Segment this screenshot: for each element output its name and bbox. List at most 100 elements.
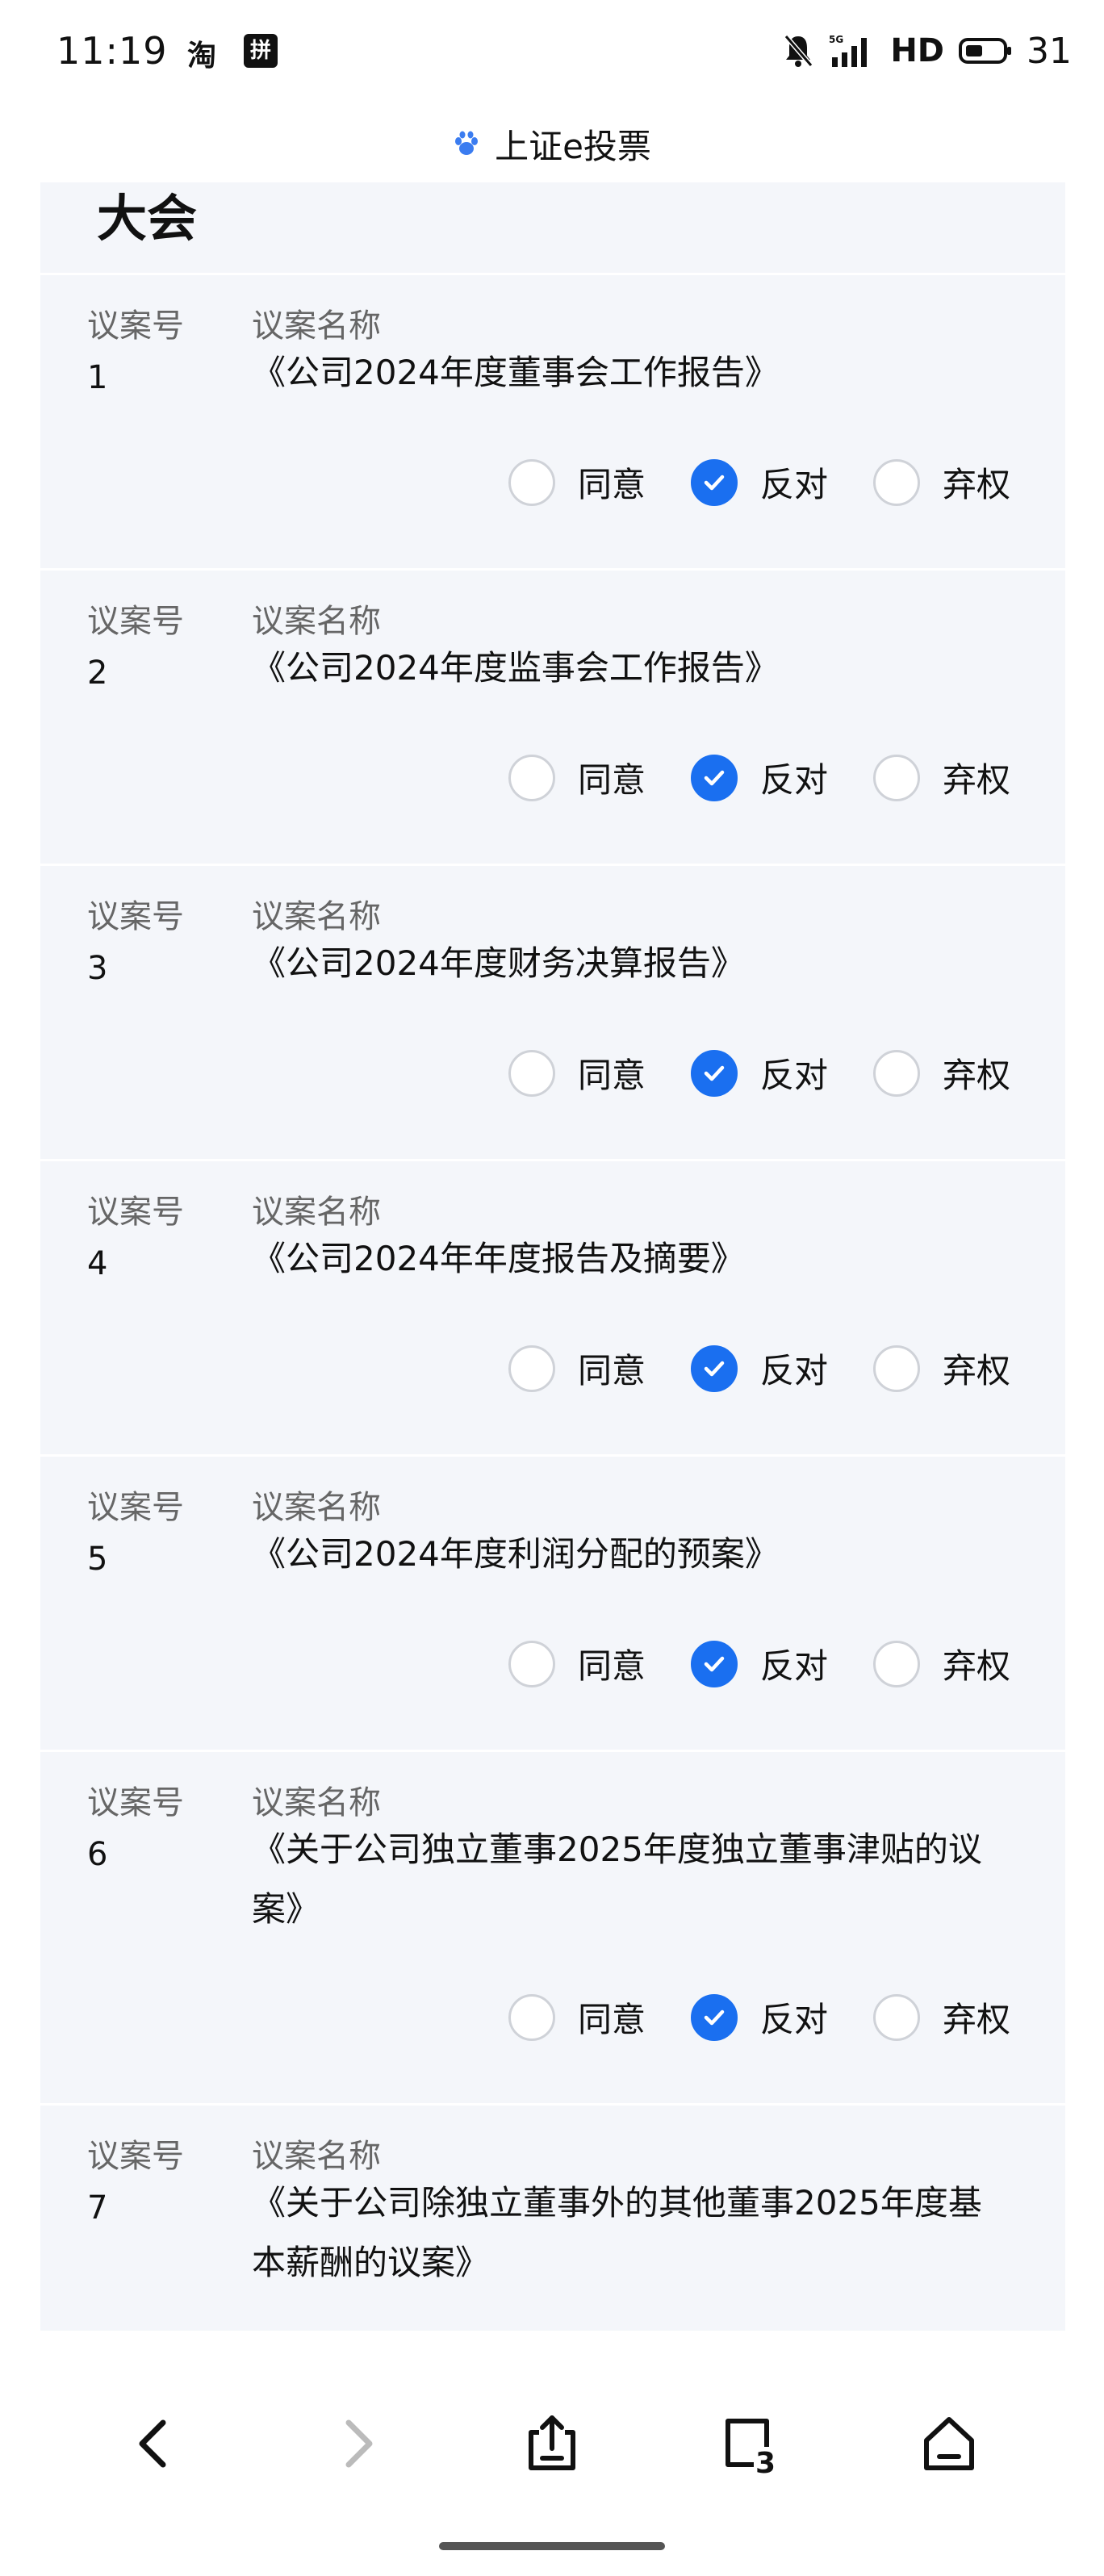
- proposal-number-header: 议案号: [87, 307, 184, 345]
- proposal-name-header: 议案名称: [252, 603, 381, 640]
- status-icons: 5G HD 31: [782, 31, 1072, 72]
- vote-options: 同意 反对 弃权: [508, 1344, 1010, 1393]
- vote-option-label: 弃权: [942, 2000, 1010, 2039]
- vote-option-oppose[interactable]: 反对: [690, 458, 828, 507]
- radio-unchecked-icon[interactable]: [508, 1344, 555, 1392]
- pinduoduo-notification-icon: 拼: [244, 34, 278, 68]
- vote-option-label: 同意: [577, 2000, 646, 2039]
- vote-option-abstain[interactable]: 弃权: [872, 753, 1010, 802]
- vote-option-label: 弃权: [942, 1351, 1010, 1390]
- vote-option-abstain[interactable]: 弃权: [872, 1048, 1010, 1098]
- gesture-home-bar[interactable]: [439, 2542, 665, 2550]
- vote-option-agree[interactable]: 同意: [508, 1048, 646, 1098]
- share-icon: [529, 2415, 575, 2470]
- vote-option-agree[interactable]: 同意: [508, 1993, 646, 2042]
- vote-option-label: 弃权: [942, 1056, 1010, 1095]
- proposal-name: 《关于公司除独立董事外的其他董事2025年度基本薪酬的议案》: [252, 2183, 982, 2282]
- proposal-name-header: 议案名称: [252, 307, 381, 345]
- battery-icon: [959, 38, 1011, 64]
- radio-unchecked-icon[interactable]: [508, 1993, 555, 2041]
- check-icon: [704, 1065, 725, 1081]
- radio-unchecked-icon[interactable]: [872, 1993, 920, 2041]
- tabs-icon: 3: [726, 2419, 776, 2476]
- proposal-card: 议案号 议案名称 7 《关于公司除独立董事外的其他董事2025年度基本薪酬的议案》: [40, 2103, 1065, 2331]
- vote-option-agree[interactable]: 同意: [508, 458, 646, 507]
- radio-unchecked-icon[interactable]: [508, 1640, 555, 1687]
- vote-option-label: 反对: [759, 760, 828, 800]
- signal-5g-icon: 5G: [829, 34, 868, 67]
- vote-options: 同意 反对 弃权: [508, 1639, 1010, 1688]
- proposal-number-header: 议案号: [87, 603, 184, 640]
- status-time: 11:19: [56, 29, 168, 73]
- vote-option-agree[interactable]: 同意: [508, 1344, 646, 1393]
- radio-unchecked-icon[interactable]: [872, 1344, 920, 1392]
- radio-checked-icon[interactable]: [690, 1344, 738, 1392]
- svg-text:5G: 5G: [829, 34, 843, 45]
- vote-option-label: 弃权: [942, 1646, 1010, 1686]
- home-button[interactable]: [909, 2403, 989, 2484]
- back-button[interactable]: [115, 2403, 195, 2484]
- proposal-card: 议案号 议案名称 2 《公司2024年度监事会工作报告》 同意 反对 弃权: [40, 568, 1065, 866]
- proposal-number-header: 议案号: [87, 898, 184, 935]
- proposal-number: 5: [87, 1541, 108, 1578]
- vote-options: 同意 反对 弃权: [508, 458, 1010, 507]
- vote-option-label: 反对: [759, 1056, 828, 1095]
- vote-option-abstain[interactable]: 弃权: [872, 1344, 1010, 1393]
- proposal-name-header: 议案名称: [252, 2138, 381, 2175]
- radio-unchecked-icon[interactable]: [508, 754, 555, 801]
- vote-option-abstain[interactable]: 弃权: [872, 458, 1010, 507]
- radio-unchecked-icon[interactable]: [872, 1640, 920, 1687]
- vote-option-label: 同意: [577, 1056, 646, 1095]
- radio-checked-icon[interactable]: [690, 754, 738, 801]
- proposal-name: 《公司2024年度财务决算报告》: [252, 943, 745, 983]
- radio-unchecked-icon[interactable]: [872, 1049, 920, 1097]
- mute-bell-icon: [784, 35, 813, 67]
- meeting-label: 大会: [97, 189, 198, 248]
- vote-option-label: 反对: [759, 1646, 828, 1686]
- vote-option-label: 同意: [577, 1351, 646, 1390]
- proposal-name-header: 议案名称: [252, 898, 381, 935]
- radio-unchecked-icon[interactable]: [508, 458, 555, 506]
- proposal-card: 议案号 议案名称 5 《公司2024年度利润分配的预案》 同意 反对 弃权: [40, 1454, 1065, 1752]
- forward-button[interactable]: [316, 2403, 397, 2484]
- radio-checked-icon[interactable]: [690, 1993, 738, 2041]
- browser-bottom-bar: 3: [0, 2331, 1104, 2576]
- radio-checked-icon[interactable]: [690, 1049, 738, 1097]
- vote-option-label: 弃权: [942, 760, 1010, 800]
- vote-option-abstain[interactable]: 弃权: [872, 1993, 1010, 2042]
- chevron-left-icon: [139, 2419, 166, 2468]
- proposal-number-header: 议案号: [87, 1194, 184, 1231]
- radio-checked-icon[interactable]: [690, 1640, 738, 1687]
- proposal-name: 《公司2024年年度报告及摘要》: [252, 1239, 745, 1278]
- tabs-button[interactable]: 3: [710, 2403, 791, 2484]
- proposal-name: 《关于公司独立董事2025年度独立董事津贴的议案》: [252, 1830, 982, 1929]
- vote-option-oppose[interactable]: 反对: [690, 1993, 828, 2042]
- vote-option-abstain[interactable]: 弃权: [872, 1639, 1010, 1688]
- check-icon: [704, 1656, 725, 1671]
- radio-unchecked-icon[interactable]: [872, 754, 920, 801]
- vote-option-label: 反对: [759, 465, 828, 504]
- proposal-name: 《公司2024年度利润分配的预案》: [252, 1534, 779, 1574]
- vote-option-agree[interactable]: 同意: [508, 753, 646, 802]
- vote-option-label: 弃权: [942, 465, 1010, 504]
- proposal-name: 《公司2024年度董事会工作报告》: [252, 353, 779, 392]
- proposal-name-header: 议案名称: [252, 1489, 381, 1526]
- vote-option-oppose[interactable]: 反对: [690, 1639, 828, 1688]
- vote-options: 同意 反对 弃权: [508, 753, 1010, 802]
- radio-unchecked-icon[interactable]: [508, 1049, 555, 1097]
- vote-option-label: 同意: [577, 1646, 646, 1686]
- proposal-list[interactable]: 大会 议案号 议案名称 1 《公司2024年度董事会工作报告》 同意 反对 弃权 议案号 议案名…: [40, 182, 1065, 2331]
- radio-checked-icon[interactable]: [690, 458, 738, 506]
- vote-option-oppose[interactable]: 反对: [690, 1344, 828, 1393]
- vote-option-label: 同意: [577, 465, 646, 504]
- vote-option-oppose[interactable]: 反对: [690, 753, 828, 802]
- paw-icon: [455, 131, 479, 155]
- share-button[interactable]: [512, 2403, 592, 2484]
- proposal-card: 议案号 议案名称 6 《关于公司独立董事2025年度独立董事津贴的议案》 同意 反对 弃权: [40, 1750, 1065, 2106]
- proposal-name: 《公司2024年度监事会工作报告》: [252, 648, 779, 688]
- proposal-number: 1: [87, 359, 108, 396]
- vote-option-agree[interactable]: 同意: [508, 1639, 646, 1688]
- radio-unchecked-icon[interactable]: [872, 458, 920, 506]
- vote-option-label: 反对: [759, 1351, 828, 1390]
- vote-option-oppose[interactable]: 反对: [690, 1048, 828, 1098]
